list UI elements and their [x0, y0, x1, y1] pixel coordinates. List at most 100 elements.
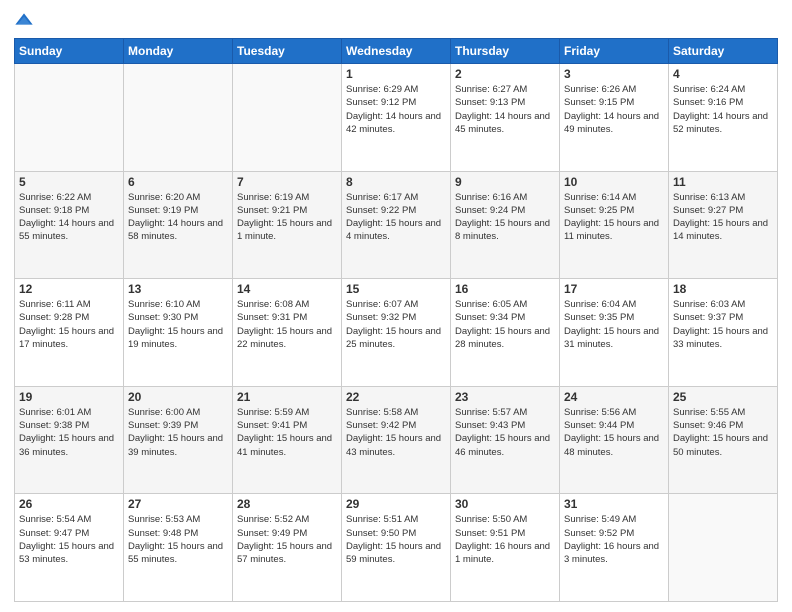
- day-number: 7: [237, 175, 337, 189]
- day-info: Sunrise: 5:58 AMSunset: 9:42 PMDaylight:…: [346, 406, 446, 459]
- weekday-header-wednesday: Wednesday: [342, 39, 451, 64]
- weekday-header-row: SundayMondayTuesdayWednesdayThursdayFrid…: [15, 39, 778, 64]
- day-number: 10: [564, 175, 664, 189]
- calendar-table: SundayMondayTuesdayWednesdayThursdayFrid…: [14, 38, 778, 602]
- day-info: Sunrise: 5:56 AMSunset: 9:44 PMDaylight:…: [564, 406, 664, 459]
- day-cell: 23 Sunrise: 5:57 AMSunset: 9:43 PMDayligh…: [451, 386, 560, 494]
- day-number: 26: [19, 497, 119, 511]
- day-cell: 17 Sunrise: 6:04 AMSunset: 9:35 PMDayligh…: [560, 279, 669, 387]
- weekday-header-sunday: Sunday: [15, 39, 124, 64]
- day-cell: [15, 64, 124, 172]
- day-cell: 30 Sunrise: 5:50 AMSunset: 9:51 PMDayligh…: [451, 494, 560, 602]
- day-number: 2: [455, 67, 555, 81]
- day-number: 30: [455, 497, 555, 511]
- day-info: Sunrise: 6:13 AMSunset: 9:27 PMDaylight:…: [673, 191, 773, 244]
- day-cell: 19Sunrise: 6:01 AMSunset: 9:38 PMDayligh…: [15, 386, 124, 494]
- page: SundayMondayTuesdayWednesdayThursdayFrid…: [0, 0, 792, 612]
- logo-icon: [14, 10, 34, 30]
- day-number: 24: [564, 390, 664, 404]
- day-number: 5: [19, 175, 119, 189]
- weekday-header-saturday: Saturday: [669, 39, 778, 64]
- weekday-header-monday: Monday: [124, 39, 233, 64]
- day-info: Sunrise: 6:17 AMSunset: 9:22 PMDaylight:…: [346, 191, 446, 244]
- day-number: 12: [19, 282, 119, 296]
- weekday-header-friday: Friday: [560, 39, 669, 64]
- day-cell: 13 Sunrise: 6:10 AMSunset: 9:30 PMDayligh…: [124, 279, 233, 387]
- day-info: Sunrise: 6:05 AMSunset: 9:34 PMDaylight:…: [455, 298, 555, 351]
- day-cell: 10 Sunrise: 6:14 AMSunset: 9:25 PMDayligh…: [560, 171, 669, 279]
- day-cell: 21 Sunrise: 5:59 AMSunset: 9:41 PMDayligh…: [233, 386, 342, 494]
- day-cell: 22 Sunrise: 5:58 AMSunset: 9:42 PMDayligh…: [342, 386, 451, 494]
- day-info: Sunrise: 5:50 AMSunset: 9:51 PMDaylight:…: [455, 513, 555, 566]
- day-cell: 31 Sunrise: 5:49 AMSunset: 9:52 PMDayligh…: [560, 494, 669, 602]
- day-number: 23: [455, 390, 555, 404]
- day-cell: 26 Sunrise: 5:54 AMSunset: 9:47 PMDayligh…: [15, 494, 124, 602]
- day-number: 1: [346, 67, 446, 81]
- day-cell: 18 Sunrise: 6:03 AMSunset: 9:37 PMDayligh…: [669, 279, 778, 387]
- day-number: 14: [237, 282, 337, 296]
- day-info: Sunrise: 6:16 AMSunset: 9:24 PMDaylight:…: [455, 191, 555, 244]
- day-number: 6: [128, 175, 228, 189]
- week-row-5: 26 Sunrise: 5:54 AMSunset: 9:47 PMDayligh…: [15, 494, 778, 602]
- day-number: 31: [564, 497, 664, 511]
- day-number: 18: [673, 282, 773, 296]
- day-info: Sunrise: 6:24 AMSunset: 9:16 PMDaylight:…: [673, 83, 773, 136]
- week-row-1: 1 Sunrise: 6:29 AMSunset: 9:12 PMDaylight…: [15, 64, 778, 172]
- day-cell: 29Sunrise: 5:51 AMSunset: 9:50 PMDayligh…: [342, 494, 451, 602]
- day-number: 21: [237, 390, 337, 404]
- day-info: Sunrise: 5:53 AMSunset: 9:48 PMDaylight:…: [128, 513, 228, 566]
- day-number: 19: [19, 390, 119, 404]
- day-cell: 2 Sunrise: 6:27 AMSunset: 9:13 PMDaylight…: [451, 64, 560, 172]
- day-cell: 28 Sunrise: 5:52 AMSunset: 9:49 PMDayligh…: [233, 494, 342, 602]
- day-info: Sunrise: 5:57 AMSunset: 9:43 PMDaylight:…: [455, 406, 555, 459]
- day-cell: 27Sunrise: 5:53 AMSunset: 9:48 PMDayligh…: [124, 494, 233, 602]
- day-cell: 25Sunrise: 5:55 AMSunset: 9:46 PMDayligh…: [669, 386, 778, 494]
- day-info: Sunrise: 6:00 AMSunset: 9:39 PMDaylight:…: [128, 406, 228, 459]
- day-info: Sunrise: 6:22 AMSunset: 9:18 PMDaylight:…: [19, 191, 119, 244]
- day-info: Sunrise: 5:52 AMSunset: 9:49 PMDaylight:…: [237, 513, 337, 566]
- day-info: Sunrise: 6:20 AMSunset: 9:19 PMDaylight:…: [128, 191, 228, 244]
- day-cell: 3 Sunrise: 6:26 AMSunset: 9:15 PMDaylight…: [560, 64, 669, 172]
- day-info: Sunrise: 6:26 AMSunset: 9:15 PMDaylight:…: [564, 83, 664, 136]
- day-info: Sunrise: 6:03 AMSunset: 9:37 PMDaylight:…: [673, 298, 773, 351]
- day-cell: 9Sunrise: 6:16 AMSunset: 9:24 PMDaylight…: [451, 171, 560, 279]
- day-number: 22: [346, 390, 446, 404]
- day-info: Sunrise: 5:51 AMSunset: 9:50 PMDaylight:…: [346, 513, 446, 566]
- day-cell: 5 Sunrise: 6:22 AMSunset: 9:18 PMDaylight…: [15, 171, 124, 279]
- weekday-header-thursday: Thursday: [451, 39, 560, 64]
- day-cell: [669, 494, 778, 602]
- day-number: 4: [673, 67, 773, 81]
- day-info: Sunrise: 5:59 AMSunset: 9:41 PMDaylight:…: [237, 406, 337, 459]
- day-cell: 12 Sunrise: 6:11 AMSunset: 9:28 PMDayligh…: [15, 279, 124, 387]
- day-number: 3: [564, 67, 664, 81]
- weekday-header-tuesday: Tuesday: [233, 39, 342, 64]
- day-info: Sunrise: 6:04 AMSunset: 9:35 PMDaylight:…: [564, 298, 664, 351]
- day-cell: [124, 64, 233, 172]
- header: [14, 10, 778, 30]
- day-info: Sunrise: 6:11 AMSunset: 9:28 PMDaylight:…: [19, 298, 119, 351]
- day-cell: 8Sunrise: 6:17 AMSunset: 9:22 PMDaylight…: [342, 171, 451, 279]
- day-info: Sunrise: 5:54 AMSunset: 9:47 PMDaylight:…: [19, 513, 119, 566]
- day-cell: 4 Sunrise: 6:24 AMSunset: 9:16 PMDaylight…: [669, 64, 778, 172]
- day-number: 28: [237, 497, 337, 511]
- day-info: Sunrise: 6:29 AMSunset: 9:12 PMDaylight:…: [346, 83, 446, 136]
- day-info: Sunrise: 6:08 AMSunset: 9:31 PMDaylight:…: [237, 298, 337, 351]
- day-number: 13: [128, 282, 228, 296]
- day-number: 16: [455, 282, 555, 296]
- week-row-3: 12 Sunrise: 6:11 AMSunset: 9:28 PMDayligh…: [15, 279, 778, 387]
- day-cell: [233, 64, 342, 172]
- day-number: 11: [673, 175, 773, 189]
- day-cell: 11 Sunrise: 6:13 AMSunset: 9:27 PMDayligh…: [669, 171, 778, 279]
- day-number: 20: [128, 390, 228, 404]
- day-info: Sunrise: 6:27 AMSunset: 9:13 PMDaylight:…: [455, 83, 555, 136]
- day-number: 17: [564, 282, 664, 296]
- day-info: Sunrise: 5:49 AMSunset: 9:52 PMDaylight:…: [564, 513, 664, 566]
- day-cell: 7 Sunrise: 6:19 AMSunset: 9:21 PMDaylight…: [233, 171, 342, 279]
- day-info: Sunrise: 6:10 AMSunset: 9:30 PMDaylight:…: [128, 298, 228, 351]
- day-info: Sunrise: 6:14 AMSunset: 9:25 PMDaylight:…: [564, 191, 664, 244]
- day-cell: 1 Sunrise: 6:29 AMSunset: 9:12 PMDaylight…: [342, 64, 451, 172]
- logo: [14, 10, 38, 30]
- day-number: 15: [346, 282, 446, 296]
- day-info: Sunrise: 6:19 AMSunset: 9:21 PMDaylight:…: [237, 191, 337, 244]
- day-number: 25: [673, 390, 773, 404]
